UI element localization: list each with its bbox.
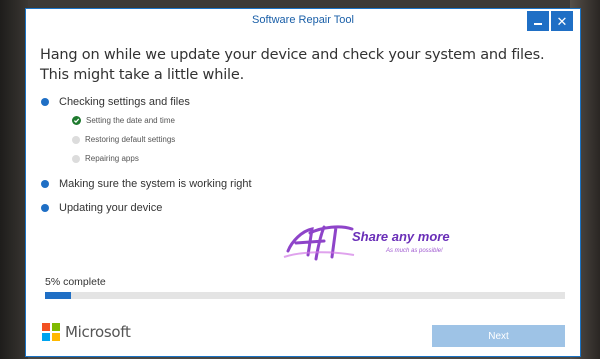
progress-label: 5% complete — [45, 276, 106, 288]
logo-square-yellow — [52, 333, 60, 341]
substep-label: Setting the date and time — [86, 116, 175, 125]
microsoft-wordmark: Microsoft — [65, 323, 131, 341]
minimize-icon — [534, 23, 542, 25]
microsoft-logo: Microsoft — [42, 323, 131, 341]
watermark-ht-icon — [283, 225, 355, 261]
watermark-brand: Share any more — [352, 229, 450, 244]
next-button[interactable]: Next — [432, 325, 565, 347]
watermark-tagline: As much as possible! — [386, 248, 443, 254]
background-left — [0, 0, 28, 359]
substep-repairing-apps: Repairing apps — [72, 154, 139, 163]
step-bullet-icon — [41, 180, 49, 188]
step-label: Checking settings and files — [59, 96, 190, 108]
step-system-check: Making sure the system is working right — [41, 178, 252, 190]
progress-fill — [45, 292, 71, 299]
progress-bar — [45, 292, 565, 299]
step-checking-settings: Checking settings and files — [41, 96, 190, 108]
page-headline: Hang on while we update your device and … — [40, 47, 545, 83]
step-label: Updating your device — [59, 202, 163, 214]
step-label: Making sure the system is working right — [59, 178, 252, 190]
close-icon: ✕ — [556, 13, 568, 29]
logo-square-green — [52, 323, 60, 331]
watermark-logo: Share any more As much as possible! — [282, 221, 478, 267]
close-button[interactable]: ✕ — [551, 11, 573, 31]
title-bar[interactable]: Software Repair Tool ✕ — [26, 9, 580, 35]
substep-date-time: Setting the date and time — [72, 116, 175, 125]
pending-dot-icon — [72, 154, 80, 163]
window-title: Software Repair Tool — [252, 14, 354, 26]
substep-label: Repairing apps — [85, 154, 139, 163]
pending-dot-icon — [72, 135, 80, 144]
logo-square-blue — [42, 333, 50, 341]
check-icon — [72, 116, 81, 125]
substep-restoring-defaults: Restoring default settings — [72, 135, 175, 144]
minimize-button[interactable] — [527, 11, 549, 31]
step-bullet-icon — [41, 98, 49, 106]
logo-square-red — [42, 323, 50, 331]
microsoft-logo-icon — [42, 323, 60, 341]
step-bullet-icon — [41, 204, 49, 212]
step-updating-device: Updating your device — [41, 202, 162, 214]
repair-tool-window: Software Repair Tool ✕ Hang on while we … — [25, 8, 581, 357]
substep-label: Restoring default settings — [85, 135, 176, 144]
